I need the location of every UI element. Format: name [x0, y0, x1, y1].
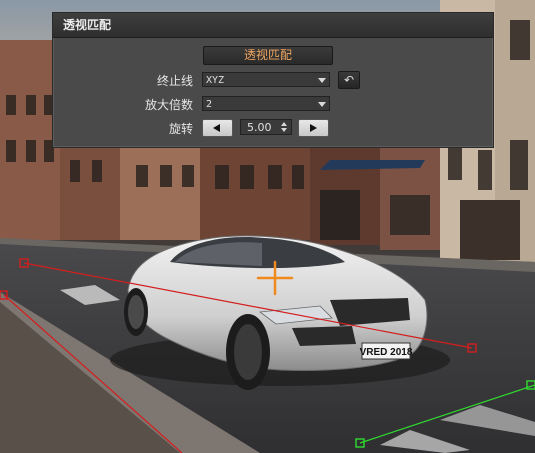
vanishing-line-dropdown[interactable]: XYZ [202, 72, 330, 87]
magnification-value: 2 [206, 99, 213, 110]
perspective-match-panel: 透视匹配 透视匹配 终止线 XYZ ↶ 放大倍数 2 旋转 5.00 [52, 12, 494, 148]
vanishing-line-value: XYZ [206, 75, 225, 86]
license-plate: VRED 2018 [360, 347, 413, 358]
rotation-spinbox[interactable]: 5.00 [240, 119, 292, 135]
magnification-dropdown[interactable]: 2 [202, 96, 330, 111]
undo-arrow-icon: ↶ [343, 73, 355, 87]
magnification-label: 放大倍数 [144, 98, 193, 112]
chevron-down-icon [318, 102, 326, 107]
spin-down-icon[interactable] [281, 128, 287, 132]
rotation-label: 旋转 [168, 122, 193, 136]
rotate-right-button[interactable] [298, 119, 329, 137]
perspective-match-button[interactable]: 透视匹配 [203, 46, 333, 65]
rotate-left-button[interactable] [202, 119, 233, 137]
chevron-down-icon [318, 78, 326, 83]
arrow-left-icon [213, 124, 220, 132]
arrow-right-icon [310, 124, 317, 132]
panel-title: 透视匹配 [53, 13, 493, 38]
spin-up-icon[interactable] [281, 122, 287, 126]
vanishing-line-label: 终止线 [156, 74, 193, 88]
reset-button[interactable]: ↶ [338, 71, 360, 89]
rotation-value: 5.00 [247, 121, 272, 134]
